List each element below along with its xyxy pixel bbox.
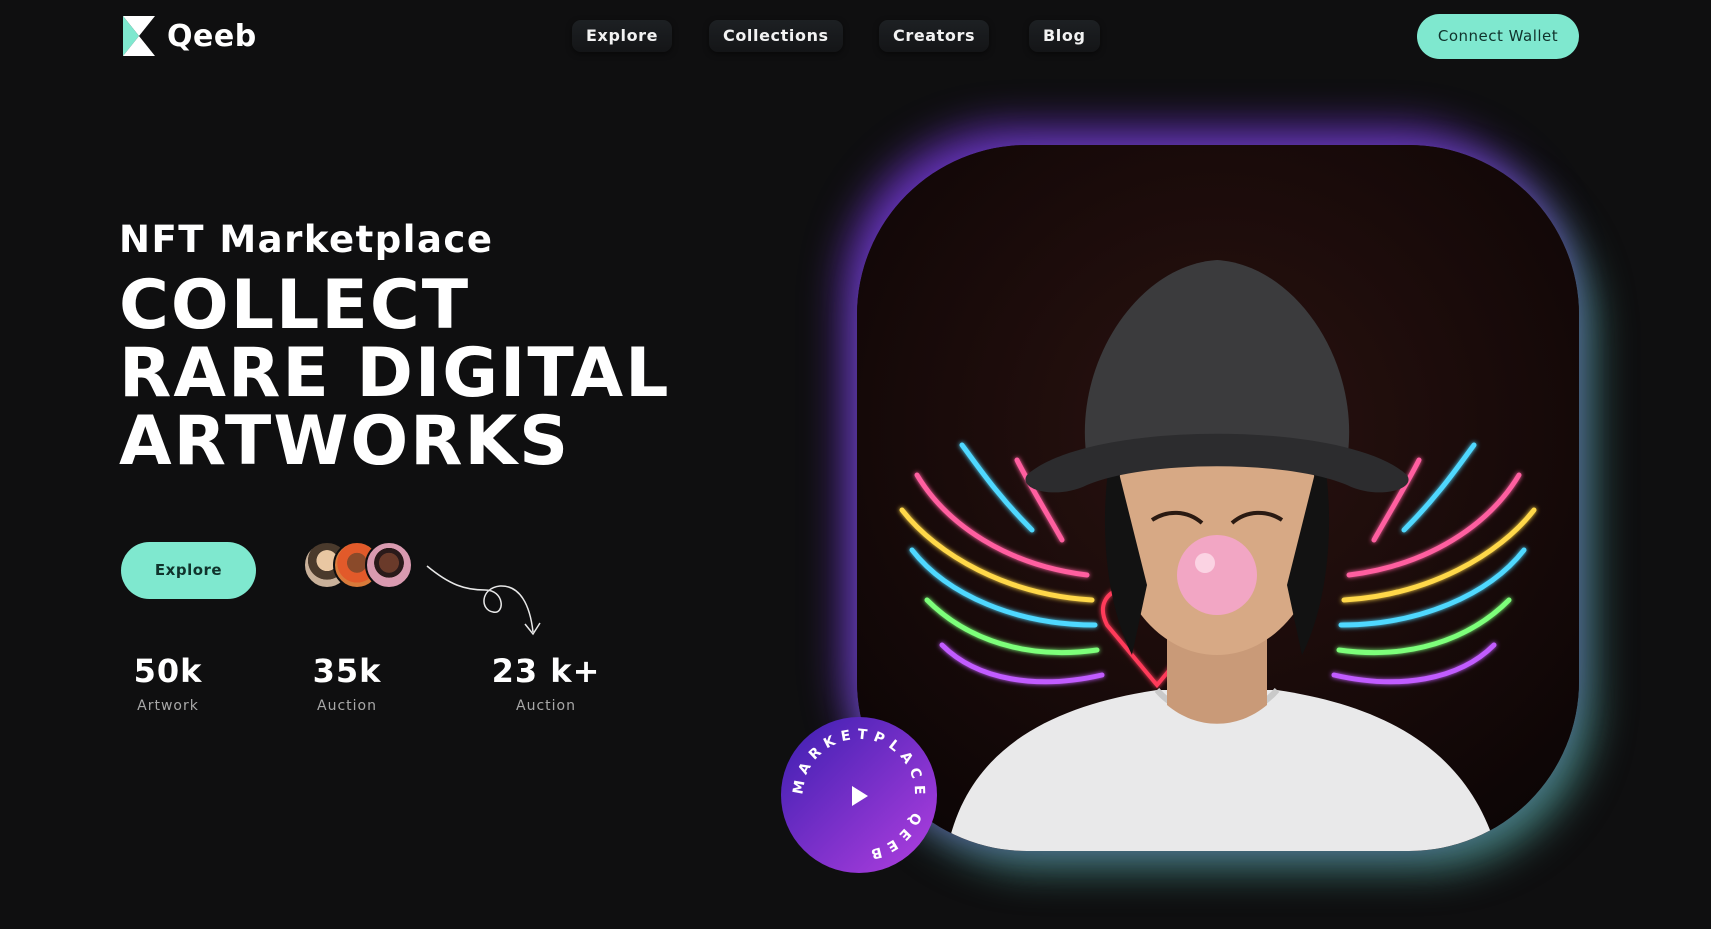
stat-value: 35k [312, 652, 382, 690]
curly-arrow-icon [426, 565, 541, 636]
stat-auction-plus: 23 k+ Auction [476, 652, 616, 714]
headline-line-3: ARTWORKS [119, 402, 571, 481]
stat-artwork: 50k Artwork [118, 652, 218, 714]
hero-artwork [857, 145, 1579, 851]
connect-wallet-button[interactable]: Connect Wallet [1417, 14, 1579, 59]
stat-value: 50k [133, 652, 203, 690]
brand-logo[interactable]: Qeeb [121, 16, 257, 56]
nav-collections[interactable]: Collections [709, 20, 843, 52]
nav-creators[interactable]: Creators [879, 20, 990, 52]
brand-name: Qeeb [167, 18, 257, 54]
explore-button[interactable]: Explore [121, 542, 256, 599]
hero-headline: COLLECT RARE DIGITAL ARTWORKS [119, 272, 670, 476]
stat-value: 23 k+ [491, 652, 601, 690]
nav-blog[interactable]: Blog [1029, 20, 1100, 52]
stat-label: Artwork [137, 698, 199, 714]
qeeb-logo-icon [123, 16, 155, 56]
stat-label: Auction [317, 698, 377, 714]
nft-character-illustration [857, 145, 1579, 851]
marketplace-play-badge[interactable]: MARKETPLACE QEEB [780, 716, 938, 874]
hero-eyebrow: NFT Marketplace [119, 218, 494, 261]
headline-line-2: RARE DIGITAL [119, 334, 671, 413]
nav-explore[interactable]: Explore [572, 20, 673, 52]
avatar [365, 541, 413, 589]
stat-auction: 35k Auction [297, 652, 397, 714]
stat-label: Auction [516, 698, 576, 714]
headline-line-1: COLLECT [119, 266, 471, 345]
creator-avatars [303, 541, 413, 589]
